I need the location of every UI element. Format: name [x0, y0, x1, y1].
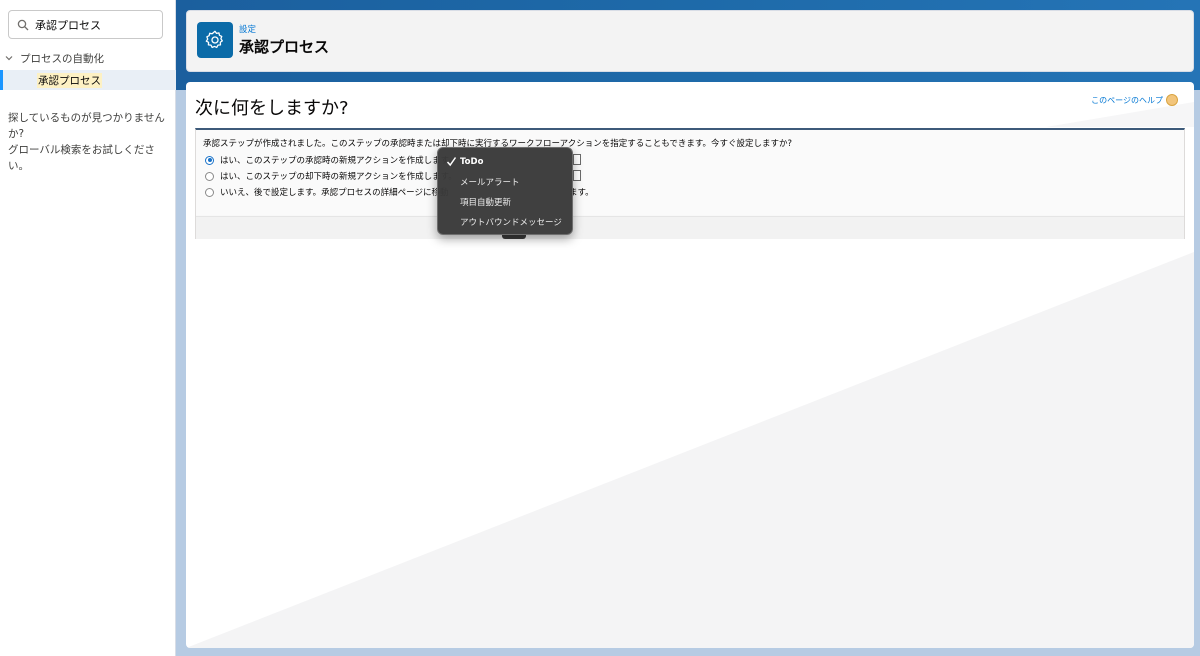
setup-sidebar: プロセスの自動化 承認プロセス 探しているものが見つかりませんか? グローバル検…: [0, 0, 176, 656]
action-type-menu[interactable]: ToDo メールアラート 項目自動更新 アウトバウンドメッセージ: [437, 147, 573, 235]
hint-line-2: グローバル検索をお試しください。: [8, 144, 155, 172]
help-link[interactable]: このページのヘルプ: [1091, 94, 1178, 106]
menu-item-email-alert[interactable]: メールアラート: [438, 172, 572, 192]
option-label: いいえ、後で設定します。承認プロセスの詳細ページに移動: [220, 188, 449, 198]
tree-item-label: 承認プロセス: [37, 72, 102, 88]
wizard-title: 次に何をしますか?: [195, 98, 349, 119]
radio-button[interactable]: [205, 171, 214, 181]
checkmark-icon: [446, 156, 457, 167]
menu-item-outbound-message[interactable]: アウトバウンドメッセージ: [438, 212, 572, 232]
help-link-label[interactable]: このページのヘルプ: [1091, 95, 1163, 106]
quick-find-input[interactable]: [35, 18, 155, 31]
action-select[interactable]: [573, 154, 581, 165]
options-panel-body: 承認ステップが作成されました。このステップの承認時または却下時に実行するワークフ…: [196, 130, 1184, 215]
main-content: 次に何をしますか? このページのヘルプ 承認ステップが作成されました。このステッ…: [186, 82, 1194, 648]
header-eyebrow: 設定: [239, 25, 257, 35]
tree-item-label: プロセスの自動化: [20, 52, 104, 65]
menu-item-label: ToDo: [460, 157, 484, 167]
chevron-down-icon[interactable]: [4, 53, 14, 63]
menu-item-label: メールアラート: [460, 178, 520, 188]
radio-button[interactable]: [205, 187, 214, 197]
option-label: はい、このステップの承認時の新規アクションを作成します。: [220, 156, 457, 166]
radio-button[interactable]: [205, 155, 214, 165]
menu-item-todo[interactable]: ToDo: [438, 152, 572, 172]
tree-item-approval-processes[interactable]: 承認プロセス: [0, 70, 176, 90]
help-icon[interactable]: [1166, 94, 1178, 106]
tree-item-process-automation[interactable]: プロセスの自動化: [0, 48, 176, 68]
menu-item-label: アウトバウンドメッセージ: [460, 218, 562, 228]
search-icon: [17, 19, 29, 31]
option-approve-action[interactable]: はい、このステップの承認時の新規アクションを作成します。: [205, 154, 457, 166]
gear-icon: [197, 22, 233, 58]
option-label: はい、このステップの却下時の新規アクションを作成します。: [220, 172, 457, 182]
option-later[interactable]: いいえ、後で設定します。承認プロセスの詳細ページに移動: [205, 186, 448, 198]
page-header: 設定 承認プロセス: [186, 10, 1194, 72]
options-panel: 承認ステップが作成されました。このステップの承認時または却下時に実行するワークフ…: [195, 128, 1185, 239]
option-reject-action[interactable]: はい、このステップの却下時の新規アクションを作成します。: [205, 170, 457, 182]
page-title: 承認プロセス: [239, 38, 330, 56]
quick-find-box[interactable]: [8, 10, 163, 39]
options-panel-footer: [196, 216, 1184, 239]
menu-item-field-update[interactable]: 項目自動更新: [438, 192, 572, 212]
action-select[interactable]: [573, 170, 581, 181]
no-results-hint: 探しているものが見つかりませんか? グローバル検索をお試しください。: [8, 110, 173, 174]
menu-item-label: 項目自動更新: [460, 198, 512, 208]
hint-line-1: 探しているものが見つかりませんか?: [8, 112, 165, 140]
